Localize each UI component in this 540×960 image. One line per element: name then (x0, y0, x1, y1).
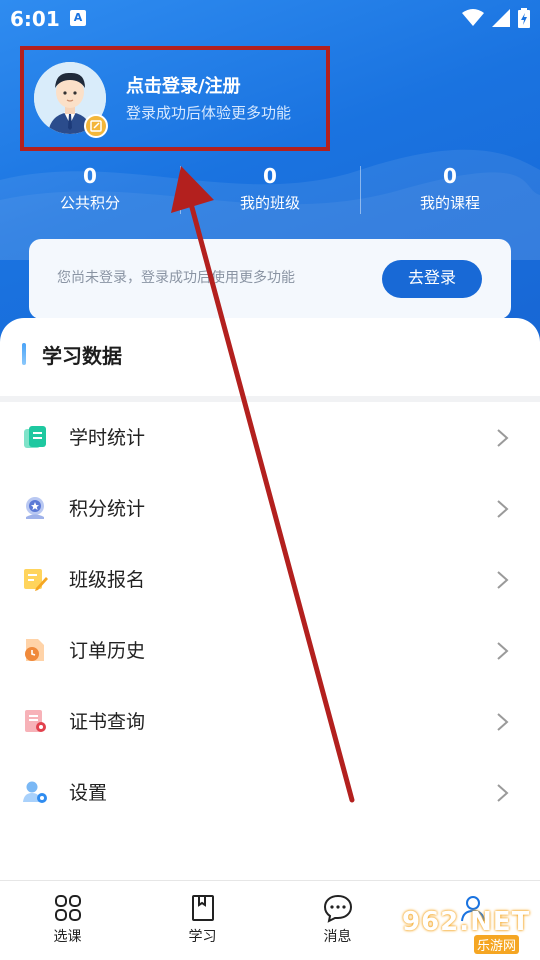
status-time: 6:01 (10, 7, 60, 31)
chevron-right-icon (497, 784, 509, 802)
menu-item-study-hours[interactable]: 学时统计 (0, 402, 540, 473)
chevron-right-icon (497, 571, 509, 589)
login-register-subtitle: 登录成功后体验更多功能 (126, 104, 292, 122)
status-icons (462, 8, 530, 28)
edit-profile-icon[interactable] (84, 114, 108, 138)
certificate-icon (25, 710, 46, 732)
stat-label: 我的课程 (419, 194, 480, 212)
stat-label: 我的班级 (239, 194, 300, 212)
nav-label: 学习 (188, 929, 217, 945)
menu-item-label: 证书查询 (69, 711, 146, 733)
menu-item-label: 订单历史 (69, 640, 146, 662)
stat-my-classes[interactable]: 0 我的班级 (180, 162, 360, 220)
nav-tab-courses[interactable]: 选课 (0, 881, 135, 960)
chevron-right-icon (497, 642, 509, 660)
status-bar: 6:01 A (0, 0, 540, 36)
login-profile-card[interactable]: 点击登录/注册 登录成功后体验更多功能 (20, 46, 330, 151)
medal-icon (26, 497, 44, 519)
stat-my-courses[interactable]: 0 我的课程 (360, 162, 540, 220)
login-register-title[interactable]: 点击登录/注册 (126, 72, 241, 98)
watermark-brand: 962.NET (402, 907, 531, 937)
login-prompt-text: 您尚未登录，登录成功后使用更多功能 (57, 270, 295, 286)
chevron-right-icon (497, 713, 509, 731)
study-hours-icon (24, 426, 46, 448)
site-watermark: 962.NET 乐游网 (400, 905, 535, 955)
stat-value: 0 (263, 164, 277, 188)
menu-item-label: 设置 (69, 782, 108, 804)
menu-item-settings[interactable]: 设置 (0, 757, 540, 828)
nav-label: 选课 (53, 929, 82, 945)
section-header: 学习数据 (22, 340, 122, 368)
watermark-subtext: 乐游网 (474, 935, 520, 954)
stat-label: 公共积分 (59, 194, 120, 212)
menu-list: 学时统计 积分统计 班级报名 订单历史 证书查询 设置 (0, 402, 540, 828)
nav-tab-messages[interactable]: 消息 (270, 881, 405, 960)
menu-item-points-stats[interactable]: 积分统计 (0, 473, 540, 544)
order-clock-icon (25, 639, 44, 661)
edit-form-icon (24, 569, 48, 591)
menu-item-order-history[interactable]: 订单历史 (0, 615, 540, 686)
chevron-right-icon (497, 429, 509, 447)
notification-icon: A (70, 10, 86, 26)
menu-item-label: 积分统计 (69, 498, 146, 520)
user-settings-icon (23, 781, 47, 803)
login-prompt-card: 您尚未登录，登录成功后使用更多功能 去登录 (29, 239, 511, 319)
nav-label: 消息 (323, 929, 352, 945)
section-title: 学习数据 (42, 343, 122, 368)
chevron-right-icon (497, 500, 509, 518)
wifi-icon (462, 9, 484, 26)
stats-row: 0 公共积分 0 我的班级 0 我的课程 (0, 162, 540, 220)
book-icon (191, 895, 214, 921)
study-data-panel: 学习数据 学时统计 积分统计 班级报名 订单历史 证书查询 设置 (0, 318, 540, 880)
battery-icon (518, 8, 530, 28)
stat-public-points[interactable]: 0 公共积分 (0, 162, 180, 220)
menu-item-label: 学时统计 (69, 427, 146, 449)
section-accent-bar (22, 343, 26, 365)
signal-icon (492, 9, 510, 27)
nav-tab-study[interactable]: 学习 (135, 881, 270, 960)
menu-item-certificate-query[interactable]: 证书查询 (0, 686, 540, 757)
menu-item-class-signup[interactable]: 班级报名 (0, 544, 540, 615)
stat-value: 0 (83, 164, 97, 188)
grid-icon (54, 895, 81, 921)
stat-value: 0 (443, 164, 457, 188)
menu-item-label: 班级报名 (69, 569, 146, 591)
chat-icon (323, 894, 352, 923)
go-login-button[interactable]: 去登录 (382, 260, 482, 298)
